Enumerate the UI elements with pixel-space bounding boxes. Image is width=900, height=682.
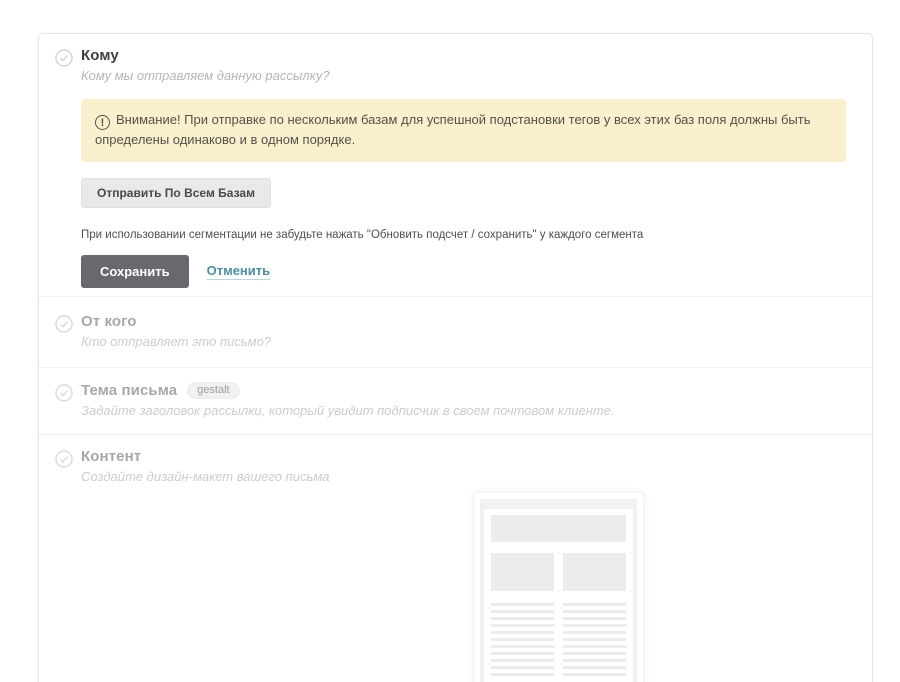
action-row: Сохранить Отменить (81, 255, 844, 288)
preview-page (484, 509, 633, 682)
section-subtitle-subject: Задайте заголовок рассылки, который увид… (81, 403, 844, 418)
section-content[interactable]: Контент Создайте дизайн-макет вашего пис… (39, 434, 872, 682)
section-title-content: Контент (81, 448, 844, 465)
segmentation-note: При использовании сегментации не забудьт… (81, 229, 844, 241)
email-template-preview (473, 492, 644, 682)
subject-badge: gestalt (187, 382, 239, 399)
check-circle-icon (55, 49, 73, 67)
subject-title-row: Тема письма gestalt (81, 382, 844, 399)
cancel-link[interactable]: Отменить (207, 263, 271, 280)
section-subtitle-to: Кому мы отправляем данную рассылку? (81, 68, 844, 83)
preview-text-columns (491, 603, 626, 677)
send-all-lists-button[interactable]: Отправить По Всем Базам (81, 178, 271, 208)
warning-callout: !Внимание! При отправке по нескольким ба… (81, 99, 846, 162)
section-subtitle-content: Создайте дизайн-макет вашего письма (81, 469, 844, 484)
section-subtitle-from: Кто отправляет это письмо? (81, 334, 844, 349)
preview-header-block (491, 515, 626, 542)
section-title-from: От кого (81, 313, 844, 330)
preview-image-row (491, 553, 626, 591)
section-title-to: Кому (81, 47, 844, 64)
check-circle-icon (55, 384, 73, 402)
section-subject[interactable]: Тема письма gestalt Задайте заголовок ра… (39, 367, 872, 434)
preview-image-block (491, 553, 554, 591)
preview-image-block (563, 553, 626, 591)
preview-text-column (563, 603, 626, 677)
campaign-setup-card: Кому Кому мы отправляем данную рассылку?… (38, 33, 873, 682)
section-from[interactable]: От кого Кто отправляет это письмо? (39, 296, 872, 367)
preview-text-column (491, 603, 554, 677)
check-circle-icon (55, 450, 73, 468)
section-title-subject: Тема письма (81, 382, 177, 399)
preview-frame (480, 499, 637, 682)
save-button[interactable]: Сохранить (81, 255, 189, 288)
section-to: Кому Кому мы отправляем данную рассылку?… (39, 34, 872, 296)
warning-text: Внимание! При отправке по нескольким баз… (95, 112, 810, 147)
check-circle-icon (55, 315, 73, 333)
exclamation-circle-icon: ! (95, 115, 110, 130)
